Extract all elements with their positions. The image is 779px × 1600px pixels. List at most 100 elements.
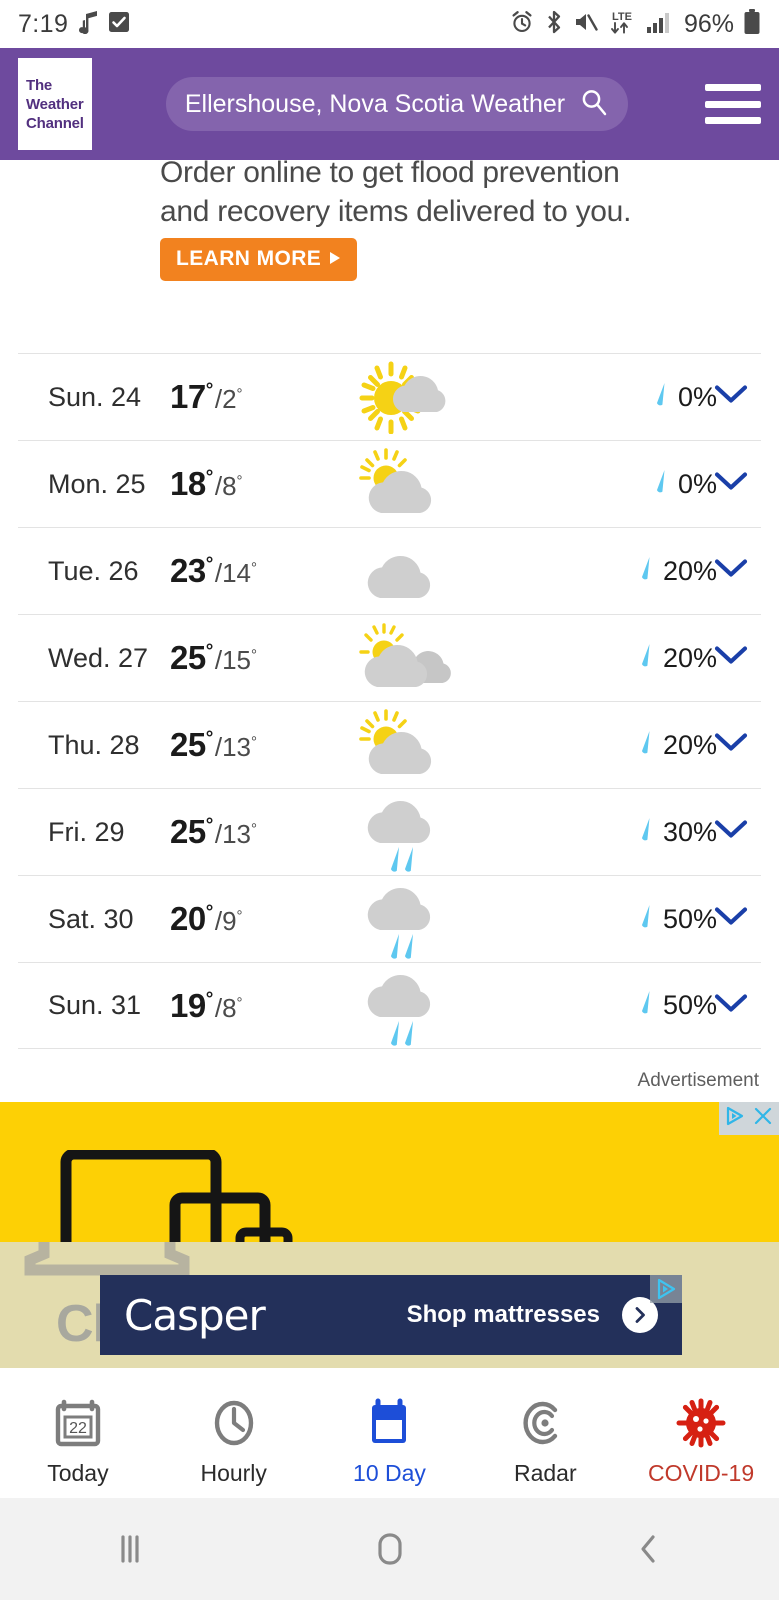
logo-line-2: Weather: [26, 95, 84, 113]
hamburger-bar: [705, 100, 761, 108]
location-search-input[interactable]: Ellershouse, Nova Scotia Weather: [166, 77, 628, 131]
cloud-icon: [330, 534, 480, 608]
forecast-day: Sat. 30: [48, 903, 134, 934]
forecast-high: 25°: [170, 639, 213, 676]
search-value: Ellershouse, Nova Scotia Weather: [184, 89, 566, 118]
nav-item-covid[interactable]: COVID-19: [623, 1398, 779, 1487]
recents-icon[interactable]: [0, 1529, 260, 1569]
virus-icon: [676, 1398, 726, 1453]
casper-brand-logo: Casper: [124, 1290, 266, 1340]
forecast-high: 20°: [170, 900, 213, 937]
precipitation-value: 20%: [662, 642, 717, 673]
nav-item-ten-day[interactable]: 10 Day: [312, 1398, 468, 1487]
close-icon[interactable]: [751, 1104, 775, 1133]
sun-behind-cloud-icon: [330, 360, 480, 434]
raindrop-icon: [639, 989, 653, 1022]
learn-more-button[interactable]: LEARN MORE: [160, 238, 358, 281]
forecast-high: 18°: [170, 465, 213, 502]
rain-cloud-icon: [330, 874, 480, 964]
battery-icon: [743, 8, 761, 40]
adchoices-icon[interactable]: [723, 1104, 747, 1133]
forecast-day: Mon. 25: [48, 468, 146, 499]
casper-cta-group[interactable]: Shop mattresses: [407, 1297, 658, 1333]
flood-prevention-ad[interactable]: Order online to get flood prevention and…: [0, 160, 779, 353]
chevron-down-icon[interactable]: [711, 730, 751, 761]
top-ad-line-2: and recovery items delivered to you.: [160, 195, 632, 228]
casper-adchoices-icon[interactable]: [650, 1275, 682, 1303]
forecast-day: Tue. 26: [48, 555, 139, 586]
forecast-low: /14°: [214, 558, 257, 588]
forecast-temperature: 19° /8°: [170, 987, 330, 1025]
bottom-navigation: 22 Today Hourly 10 Day Radar COVID-19: [0, 1386, 779, 1498]
status-bar: 7:19 LTE 96%: [0, 0, 779, 48]
raindrop-icon: [639, 555, 653, 588]
forecast-row[interactable]: Thu. 28 25° /13° 20%: [18, 701, 761, 788]
forecast-row[interactable]: Sun. 24 17° /2° 0%: [18, 353, 761, 440]
forecast-temperature: 25° /13°: [170, 726, 330, 764]
status-bar-right: LTE 96%: [510, 8, 761, 40]
nav-item-today[interactable]: 22 Today: [0, 1398, 156, 1487]
logo-line-3: Channel: [26, 114, 84, 132]
forecast-row[interactable]: Wed. 27 25° /15° 20%: [18, 614, 761, 701]
lte-data-icon: LTE: [607, 9, 637, 40]
nav-label-covid: COVID-19: [648, 1460, 755, 1486]
forecast-day: Sun. 24: [48, 381, 142, 412]
play-triangle-icon: [329, 247, 341, 271]
chevron-down-icon[interactable]: [711, 643, 751, 674]
back-icon[interactable]: [519, 1527, 779, 1571]
forecast-day: Thu. 28: [48, 729, 140, 760]
chevron-down-icon[interactable]: [711, 990, 751, 1021]
chevron-down-icon[interactable]: [711, 904, 751, 935]
forecast-low: /15°: [214, 645, 257, 675]
bluetooth-icon: [543, 10, 565, 39]
app-header: The Weather Channel Ellershouse, Nova Sc…: [0, 48, 779, 160]
raindrop-icon: [639, 903, 653, 936]
precipitation-value: 20%: [662, 729, 717, 760]
chevron-down-icon[interactable]: [711, 817, 751, 848]
forecast-temperature: 25° /15°: [170, 639, 330, 677]
forecast-row[interactable]: Fri. 29 25° /13° 30%: [18, 788, 761, 875]
forecast-high: 17°: [170, 378, 213, 415]
forecast-low: /2°: [214, 384, 243, 414]
chevron-down-icon[interactable]: [711, 556, 751, 587]
advertisement-banner-yellow[interactable]: [0, 1102, 779, 1242]
forecast-row[interactable]: Mon. 25 18° /8° 0%: [18, 440, 761, 527]
casper-ad-banner[interactable]: Casper Shop mattresses: [100, 1275, 682, 1355]
forecast-high: 23°: [170, 552, 213, 589]
nav-item-radar[interactable]: Radar: [467, 1398, 623, 1487]
checkbox-icon: [108, 11, 130, 38]
hamburger-bar: [705, 84, 761, 91]
precipitation-value: 50%: [662, 990, 717, 1020]
forecast-high: 25°: [170, 813, 213, 850]
chevron-down-icon[interactable]: [711, 382, 751, 413]
top-ad-line-1: Order online to get flood prevention: [160, 160, 620, 189]
advertisement-label: Advertisement: [637, 1070, 759, 1091]
music-note-icon: [77, 10, 99, 39]
ten-day-forecast-list: Sun. 24 17° /2° 0% Mon. 25 18° /8° 0% Tu…: [0, 353, 779, 1049]
precipitation-value: 30%: [662, 816, 717, 847]
android-system-navigation: [0, 1498, 779, 1600]
menu-button[interactable]: [705, 84, 761, 124]
home-icon[interactable]: [260, 1527, 520, 1571]
forecast-row[interactable]: Sat. 30 20° /9° 50%: [18, 875, 761, 962]
precipitation-value: 50%: [662, 903, 717, 934]
devices-illustration: [60, 1150, 293, 1242]
nav-label-hourly: Hourly: [200, 1460, 267, 1486]
calendar-icon: [365, 1398, 413, 1453]
adchoices-controls[interactable]: [719, 1102, 779, 1135]
status-time: 7:19: [18, 9, 69, 38]
weather-channel-logo[interactable]: The Weather Channel: [18, 58, 92, 150]
forecast-high: 25°: [170, 726, 213, 763]
nav-label-today: Today: [47, 1460, 109, 1486]
rain-cloud-icon: [330, 787, 480, 877]
nav-item-hourly[interactable]: Hourly: [156, 1398, 312, 1487]
forecast-row[interactable]: Tue. 26 23° /14° 20%: [18, 527, 761, 614]
forecast-day: Fri. 29: [48, 816, 125, 847]
chevron-down-icon[interactable]: [711, 469, 751, 500]
learn-more-label: LEARN MORE: [176, 247, 322, 270]
nav-label-ten-day: 10 Day: [353, 1460, 426, 1486]
search-icon[interactable]: [579, 87, 609, 122]
calendar-day-icon: 22: [54, 1398, 102, 1453]
forecast-row[interactable]: Sun. 31 19° /8° 50%: [18, 962, 761, 1049]
forecast-day: Wed. 27: [48, 642, 149, 673]
